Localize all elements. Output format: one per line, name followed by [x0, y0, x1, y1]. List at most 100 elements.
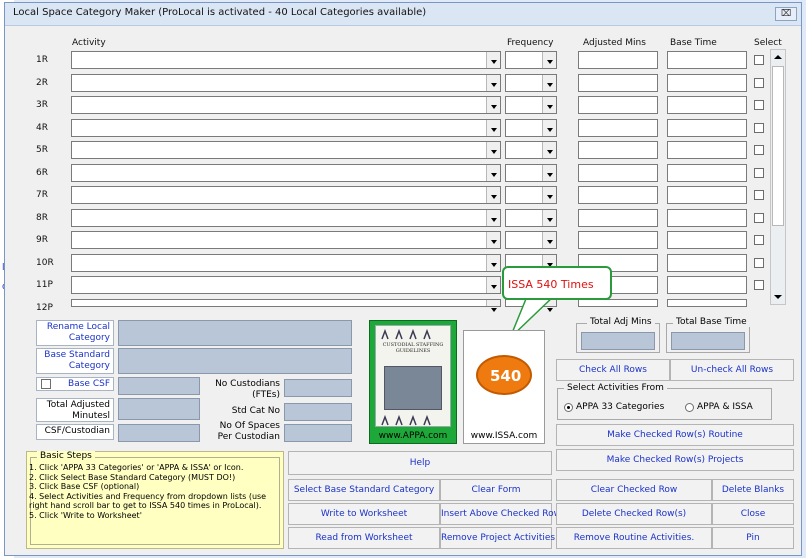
activity-dropdown[interactable] — [71, 276, 501, 294]
activity-dropdown[interactable] — [71, 231, 501, 249]
base-time-field[interactable] — [667, 276, 747, 294]
appa-book-image[interactable]: CUSTODIAL STAFFING GUIDELINES www.APPA.c… — [369, 320, 457, 444]
rename-local-category-button[interactable]: Rename Local Category — [36, 320, 114, 346]
chevron-down-icon[interactable] — [486, 300, 500, 312]
select-checkbox[interactable] — [754, 258, 764, 268]
scroll-thumb[interactable] — [772, 66, 784, 226]
adjusted-mins-field[interactable] — [578, 96, 658, 114]
close-button[interactable]: Close — [712, 503, 794, 525]
chevron-down-icon[interactable] — [486, 142, 500, 158]
activity-dropdown[interactable] — [71, 299, 501, 307]
scroll-down-icon[interactable] — [771, 290, 785, 304]
base-csf-label[interactable]: Base CSF — [36, 377, 114, 391]
chevron-down-icon[interactable] — [542, 52, 556, 68]
activity-dropdown[interactable] — [71, 164, 501, 182]
base-time-field[interactable] — [667, 51, 747, 69]
base-time-field[interactable] — [667, 186, 747, 204]
chevron-down-icon[interactable] — [486, 75, 500, 91]
activity-dropdown[interactable] — [71, 141, 501, 159]
base-standard-category-field[interactable] — [118, 348, 352, 374]
select-checkbox[interactable] — [754, 100, 764, 110]
delete-checked-rows-button[interactable]: Delete Checked Row(s) — [556, 503, 712, 525]
base-time-field[interactable] — [667, 74, 747, 92]
chevron-down-icon[interactable] — [486, 255, 500, 271]
activity-dropdown[interactable] — [71, 74, 501, 92]
select-checkbox[interactable] — [754, 235, 764, 245]
select-checkbox[interactable] — [754, 145, 764, 155]
clear-checked-row-button[interactable]: Clear Checked Row — [556, 479, 712, 501]
base-time-field[interactable] — [667, 254, 747, 272]
chevron-down-icon[interactable] — [542, 142, 556, 158]
base-time-field[interactable] — [667, 119, 747, 137]
adjusted-mins-field[interactable] — [578, 141, 658, 159]
select-checkbox[interactable] — [754, 280, 764, 290]
select-base-standard-category-button[interactable]: Select Base Standard Category — [288, 479, 440, 501]
activity-dropdown[interactable] — [71, 96, 501, 114]
chevron-down-icon[interactable] — [486, 120, 500, 136]
base-time-field[interactable] — [667, 141, 747, 159]
chevron-down-icon[interactable] — [486, 210, 500, 226]
adjusted-mins-field[interactable] — [578, 231, 658, 249]
chevron-down-icon[interactable] — [486, 187, 500, 203]
activity-dropdown[interactable] — [71, 209, 501, 227]
adjusted-mins-field[interactable] — [578, 299, 658, 307]
pin-button[interactable]: Pin — [712, 527, 794, 549]
chevron-down-icon[interactable] — [486, 277, 500, 293]
chevron-down-icon[interactable] — [486, 165, 500, 181]
chevron-down-icon[interactable] — [486, 97, 500, 113]
appa-33-label[interactable]: APPA 33 Categories — [576, 402, 664, 412]
base-csf-field[interactable] — [118, 377, 200, 395]
rename-local-category-field[interactable] — [118, 320, 352, 346]
appa-issa-label[interactable]: APPA & ISSA — [697, 402, 753, 412]
chevron-down-icon[interactable] — [486, 232, 500, 248]
select-checkbox[interactable] — [754, 213, 764, 223]
uncheck-all-rows-button[interactable]: Un-check All Rows — [670, 359, 794, 381]
scroll-up-icon[interactable] — [771, 50, 785, 64]
base-time-field[interactable] — [667, 164, 747, 182]
chevron-down-icon[interactable] — [486, 52, 500, 68]
chevron-down-icon[interactable] — [542, 97, 556, 113]
select-checkbox[interactable] — [754, 190, 764, 200]
base-time-field[interactable] — [667, 209, 747, 227]
chevron-down-icon[interactable] — [542, 187, 556, 203]
base-time-field[interactable] — [667, 299, 747, 307]
base-time-field[interactable] — [667, 96, 747, 114]
clear-form-button[interactable]: Clear Form — [440, 479, 552, 501]
insert-above-checked-row-button[interactable]: Insert Above Checked Row — [440, 503, 561, 525]
close-icon[interactable]: ⌧ — [775, 7, 797, 21]
delete-blanks-button[interactable]: Delete Blanks — [712, 479, 794, 501]
appa-33-radio[interactable] — [564, 403, 573, 412]
base-time-field[interactable] — [667, 231, 747, 249]
write-to-worksheet-button[interactable]: Write to Worksheet — [288, 503, 440, 525]
chevron-down-icon[interactable] — [542, 120, 556, 136]
chevron-down-icon[interactable] — [542, 75, 556, 91]
appa-issa-radio[interactable] — [685, 403, 694, 412]
make-projects-button[interactable]: Make Checked Row(s) Projects — [556, 449, 794, 471]
base-csf-checkbox[interactable] — [41, 379, 51, 389]
select-checkbox[interactable] — [754, 168, 764, 178]
appa-caption[interactable]: www.APPA.com — [370, 431, 456, 443]
select-checkbox[interactable] — [754, 55, 764, 65]
issa-caption[interactable]: www.ISSA.com — [464, 431, 544, 443]
select-checkbox[interactable] — [754, 123, 764, 133]
read-from-worksheet-button[interactable]: Read from Worksheet — [288, 527, 440, 549]
activity-dropdown[interactable] — [71, 186, 501, 204]
remove-routine-activities-button[interactable]: Remove Routine Activities. — [556, 527, 712, 549]
adjusted-mins-field[interactable] — [578, 164, 658, 182]
activity-dropdown[interactable] — [71, 254, 501, 272]
adjusted-mins-field[interactable] — [578, 209, 658, 227]
adjusted-mins-field[interactable] — [578, 74, 658, 92]
activity-dropdown[interactable] — [71, 51, 501, 69]
help-button[interactable]: Help — [288, 451, 552, 475]
select-checkbox[interactable] — [754, 78, 764, 88]
chevron-down-icon[interactable] — [542, 232, 556, 248]
adjusted-mins-field[interactable] — [578, 119, 658, 137]
base-standard-category-button[interactable]: Base Standard Category — [36, 348, 114, 374]
issa-logo-image[interactable]: 540 www.ISSA.com — [463, 330, 545, 444]
chevron-down-icon[interactable] — [542, 210, 556, 226]
make-routine-button[interactable]: Make Checked Row(s) Routine — [556, 424, 794, 446]
adjusted-mins-field[interactable] — [578, 186, 658, 204]
remove-project-activities-button[interactable]: Remove Project Activities — [440, 527, 555, 549]
adjusted-mins-field[interactable] — [578, 51, 658, 69]
check-all-rows-button[interactable]: Check All Rows — [556, 359, 670, 381]
